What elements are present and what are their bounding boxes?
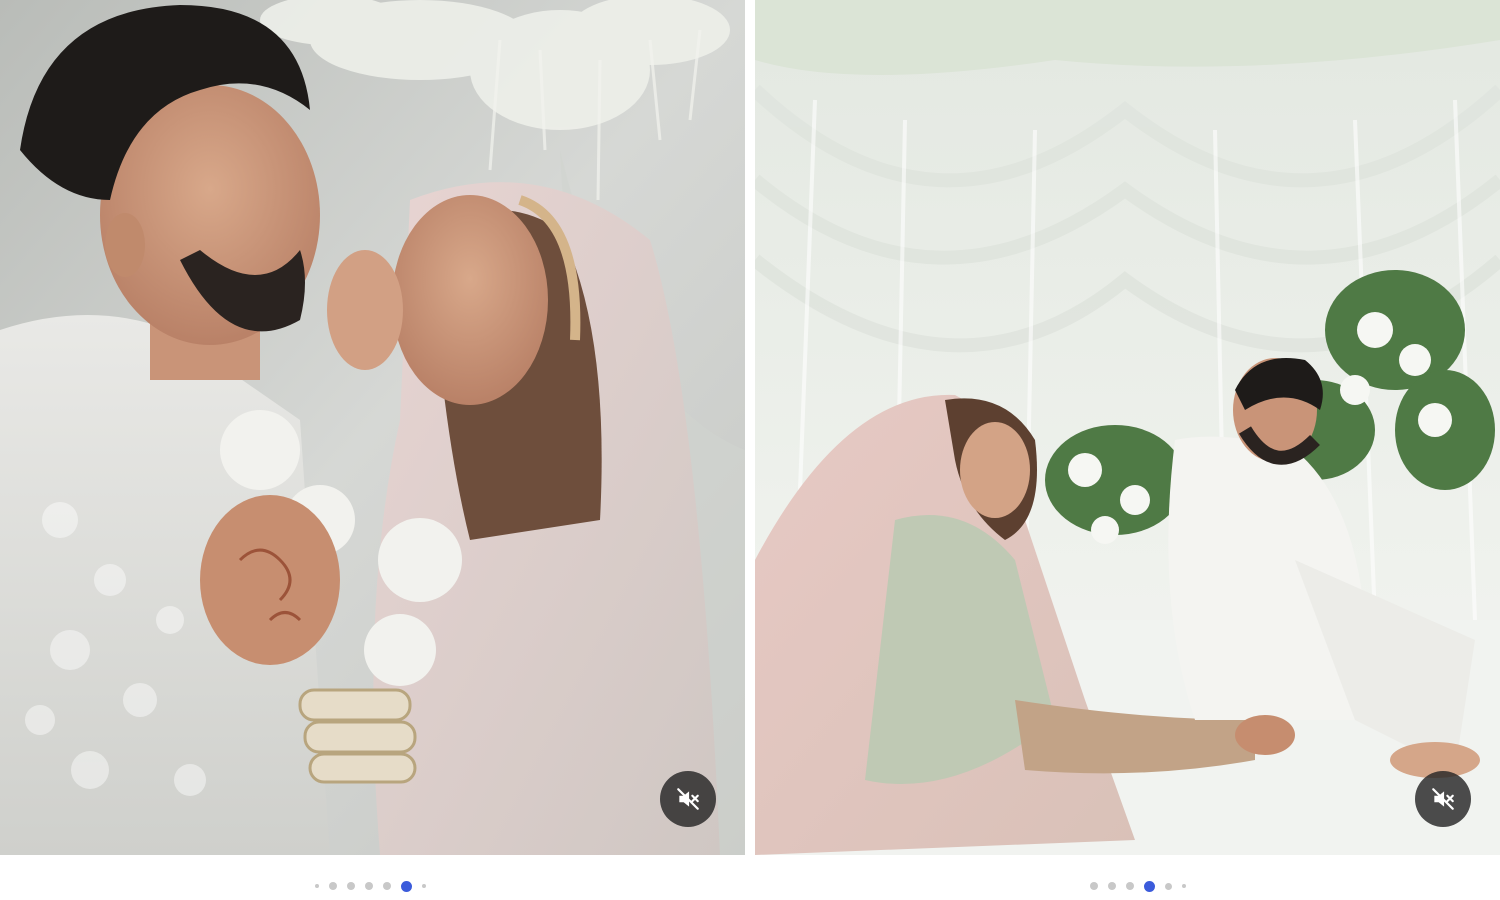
media-post-right[interactable] [755, 0, 1500, 855]
couple-portrait-photo[interactable] [0, 0, 745, 855]
carousel-dot[interactable] [1126, 882, 1134, 890]
media-post-left[interactable] [0, 0, 745, 855]
carousel-dot[interactable] [1108, 882, 1116, 890]
carousel-indicator-left [310, 878, 431, 894]
feed-page [0, 0, 1500, 900]
couple-seated-photo[interactable] [755, 0, 1500, 855]
carousel-dot[interactable] [1090, 882, 1098, 890]
mute-toggle-button-right[interactable] [1415, 771, 1471, 827]
carousel-indicator-right [1085, 878, 1191, 894]
speaker-muted-icon [677, 788, 699, 810]
carousel-dot[interactable] [383, 882, 391, 890]
post-divider [745, 0, 755, 855]
mute-toggle-button-left[interactable] [660, 771, 716, 827]
carousel-dot[interactable] [422, 884, 426, 888]
carousel-dot[interactable] [1165, 882, 1172, 890]
carousel-dot-active[interactable] [1144, 880, 1155, 892]
carousel-dot[interactable] [315, 884, 319, 888]
carousel-dot[interactable] [1182, 884, 1186, 888]
carousel-dot[interactable] [329, 882, 337, 890]
carousel-dot-active[interactable] [401, 880, 412, 892]
carousel-dot[interactable] [347, 882, 355, 890]
carousel-dot[interactable] [365, 882, 373, 890]
speaker-muted-icon [1432, 788, 1454, 810]
